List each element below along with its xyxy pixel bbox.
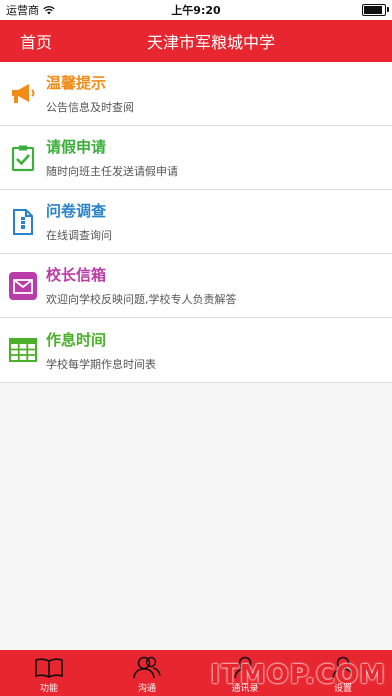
tab-label: 沟通 (137, 684, 156, 694)
item-subtitle: 公告信息及时查阅 (46, 101, 134, 114)
tab-function[interactable]: 功能 (0, 650, 98, 696)
item-subtitle: 随时向班主任发送请假申请 (46, 165, 178, 178)
clipboard-check-icon (9, 144, 37, 172)
list-item-leave[interactable]: 请假申请 随时向班主任发送请假申请 (0, 126, 392, 190)
users-icon (133, 656, 161, 679)
list-item-schedule[interactable]: 作息时间 学校每学期作息时间表 (0, 318, 392, 382)
item-title: 作息时间 (46, 330, 107, 349)
tab-label: 功能 (39, 684, 58, 694)
item-title: 温馨提示 (46, 74, 107, 92)
mail-icon (9, 271, 37, 300)
battery-icon (362, 4, 389, 16)
list-item-mailbox[interactable]: 校长信箱 欢迎向学校反映问题,学校专人负责解答 (0, 254, 392, 318)
watermark-text: ITMOP.COM (210, 660, 386, 690)
home-button[interactable]: 首页 (20, 29, 52, 53)
nav-bar: 首页 天津市军粮城中学 (0, 20, 392, 62)
document-icon (9, 208, 37, 236)
table-grid-icon (9, 336, 37, 364)
watermark-logo-icon (189, 665, 210, 685)
item-subtitle: 学校每学期作息时间表 (46, 357, 156, 371)
status-time: 上午9:20 (171, 4, 221, 17)
list-item-survey[interactable]: 问卷调查 在线调查询问 (0, 190, 392, 254)
status-bar: 运营商 上午9:20 (0, 0, 392, 20)
item-title: 请假申请 (46, 138, 107, 156)
book-icon (35, 658, 63, 678)
tab-chat[interactable]: 沟通 (98, 650, 196, 696)
page-title: 天津市军粮城中学 (146, 33, 275, 52)
item-subtitle: 欢迎向学校反映问题,学校专人负责解答 (46, 293, 237, 306)
tab-bar: 功能 沟通 通讯录 设置 ITMOP.COM (0, 650, 392, 696)
list-item-notice[interactable]: 温馨提示 公告信息及时查阅 (0, 62, 392, 126)
item-title: 问卷调查 (46, 202, 107, 220)
watermark: ITMOP.COM (189, 660, 386, 690)
megaphone-icon (9, 80, 37, 108)
item-subtitle: 在线调查询问 (46, 229, 112, 242)
feature-list: 温馨提示 公告信息及时查阅 请假申请 随时向班主任发送请假申请 问卷调查 在线调… (0, 62, 392, 383)
item-title: 校长信箱 (46, 266, 107, 284)
